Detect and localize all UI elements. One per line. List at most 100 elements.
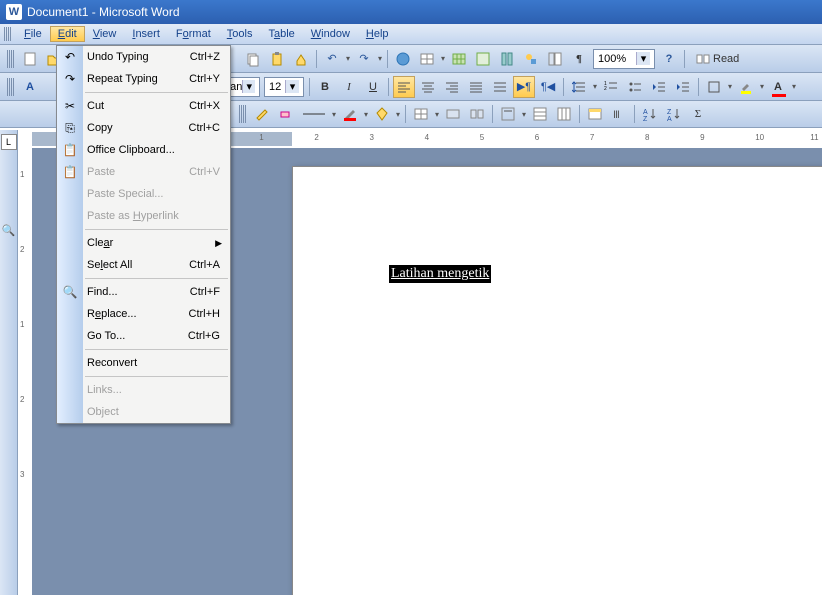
hyperlink-button[interactable] [392, 48, 414, 70]
highlight-dropdown[interactable]: ▾ [758, 82, 766, 91]
read-button[interactable]: Read [689, 48, 746, 70]
menu-item-select-all[interactable]: Select AllCtrl+A [57, 254, 230, 276]
menu-item-find[interactable]: 🔍Find...Ctrl+F [57, 281, 230, 303]
align-center-button[interactable] [417, 76, 439, 98]
align-left-button[interactable] [393, 76, 415, 98]
split-cells-button[interactable] [466, 103, 488, 125]
bold-button[interactable]: B [314, 76, 336, 98]
redo-dropdown[interactable]: ▾ [376, 54, 384, 63]
menu-item-paste: 📋PasteCtrl+V [57, 161, 230, 183]
tables-dropdown[interactable]: ▾ [439, 54, 447, 63]
zoom-combo[interactable]: 100%▾ [593, 49, 655, 69]
menu-file[interactable]: File [16, 26, 50, 42]
insert-table-button[interactable] [448, 48, 470, 70]
highlight-button[interactable] [735, 76, 757, 98]
autoformat-button[interactable] [584, 103, 606, 125]
doc-map-button[interactable] [544, 48, 566, 70]
numbering-button[interactable]: 12 [600, 76, 622, 98]
underline-button[interactable]: U [362, 76, 384, 98]
bullets-button[interactable] [624, 76, 646, 98]
menu-tools[interactable]: Tools [219, 26, 261, 42]
copy-button[interactable] [242, 48, 264, 70]
find-icon[interactable]: 🔍 [1, 222, 17, 238]
align-right-button[interactable] [441, 76, 463, 98]
menu-help[interactable]: Help [358, 26, 397, 42]
line-spacing-dropdown[interactable]: ▾ [591, 82, 599, 91]
menu-edit[interactable]: Edit [50, 26, 85, 42]
help-button[interactable]: ? [658, 48, 680, 70]
format-painter-button[interactable] [290, 48, 312, 70]
tab-selector[interactable]: L [1, 134, 17, 150]
menu-format[interactable]: Format [168, 26, 219, 42]
borders-dropdown[interactable]: ▾ [726, 82, 734, 91]
show-marks-button[interactable]: ¶ [568, 48, 590, 70]
distribute-rows-button[interactable] [529, 103, 551, 125]
toolbar-grip[interactable] [7, 78, 15, 96]
insert-table2-button[interactable] [410, 103, 432, 125]
sort-asc-button[interactable]: AZ [639, 103, 661, 125]
justify-button[interactable] [465, 76, 487, 98]
border-color-dropdown[interactable]: ▾ [362, 110, 370, 119]
font-size-combo[interactable]: 12▾ [264, 77, 304, 97]
shading-button[interactable] [371, 103, 393, 125]
line-style-button[interactable] [299, 103, 329, 125]
menu-item-clear[interactable]: Clear▶ [57, 232, 230, 254]
tables-button[interactable] [416, 48, 438, 70]
menu-item-go-to[interactable]: Go To...Ctrl+G [57, 325, 230, 347]
menu-table[interactable]: Table [260, 26, 302, 42]
align-cell-button[interactable] [497, 103, 519, 125]
text-direction-button[interactable]: Ⅲ [608, 103, 630, 125]
line-spacing-button[interactable] [568, 76, 590, 98]
ltr-button[interactable]: ▶¶ [513, 76, 535, 98]
vertical-ruler[interactable]: 12123 [18, 130, 32, 595]
page[interactable]: Latihan mengetik [292, 166, 822, 595]
sort-desc-button[interactable]: ZA [663, 103, 685, 125]
menu-item-repeat-typing[interactable]: ↷Repeat TypingCtrl+Y [57, 68, 230, 90]
new-doc-button[interactable] [19, 48, 41, 70]
eraser-button[interactable] [275, 103, 297, 125]
redo-button[interactable]: ↷ [353, 48, 375, 70]
line-style-dropdown[interactable]: ▾ [330, 110, 338, 119]
italic-button[interactable]: I [338, 76, 360, 98]
toolbar-grip[interactable] [239, 105, 247, 123]
menu-view[interactable]: View [85, 26, 125, 42]
styles-button[interactable]: A [19, 76, 41, 98]
undo-icon: ↶ [61, 48, 79, 66]
menubar-grip[interactable] [4, 27, 12, 41]
menu-item-replace[interactable]: Replace...Ctrl+H [57, 303, 230, 325]
font-color-dropdown[interactable]: ▾ [790, 82, 798, 91]
borders-button[interactable] [703, 76, 725, 98]
insert-table2-dropdown[interactable]: ▾ [433, 110, 441, 119]
ruler-number: 4 [425, 133, 429, 142]
selected-text[interactable]: Latihan mengetik [389, 265, 491, 283]
toolbar-grip[interactable] [7, 50, 15, 68]
columns-button[interactable] [496, 48, 518, 70]
rtl-button[interactable]: ¶◀ [537, 76, 559, 98]
menu-insert[interactable]: Insert [124, 26, 168, 42]
distributed-button[interactable] [489, 76, 511, 98]
decrease-indent-button[interactable] [648, 76, 670, 98]
undo-dropdown[interactable]: ▾ [344, 54, 352, 63]
excel-button[interactable] [472, 48, 494, 70]
menu-item-copy[interactable]: ⎘CopyCtrl+C [57, 117, 230, 139]
menu-item-cut[interactable]: ✂CutCtrl+X [57, 95, 230, 117]
menu-window[interactable]: Window [303, 26, 358, 42]
autosum-button[interactable]: Σ [687, 103, 709, 125]
menu-item-office-clipboard[interactable]: 📋Office Clipboard... [57, 139, 230, 161]
menu-item-shortcut: Ctrl+A [189, 259, 220, 271]
shading-dropdown[interactable]: ▾ [394, 110, 402, 119]
ruler-number: 7 [590, 133, 594, 142]
paste-button[interactable] [266, 48, 288, 70]
merge-cells-button[interactable] [442, 103, 464, 125]
menu-item-links: Links... [57, 379, 230, 401]
draw-table-button[interactable] [251, 103, 273, 125]
drawing-button[interactable] [520, 48, 542, 70]
menu-item-reconvert[interactable]: Reconvert [57, 352, 230, 374]
distribute-cols-button[interactable] [553, 103, 575, 125]
border-color-button[interactable] [339, 103, 361, 125]
menu-item-shortcut: Ctrl+V [189, 166, 220, 178]
align-cell-dropdown[interactable]: ▾ [520, 110, 528, 119]
undo-button[interactable]: ↶ [321, 48, 343, 70]
menu-item-undo-typing[interactable]: ↶Undo TypingCtrl+Z [57, 46, 230, 68]
increase-indent-button[interactable] [672, 76, 694, 98]
